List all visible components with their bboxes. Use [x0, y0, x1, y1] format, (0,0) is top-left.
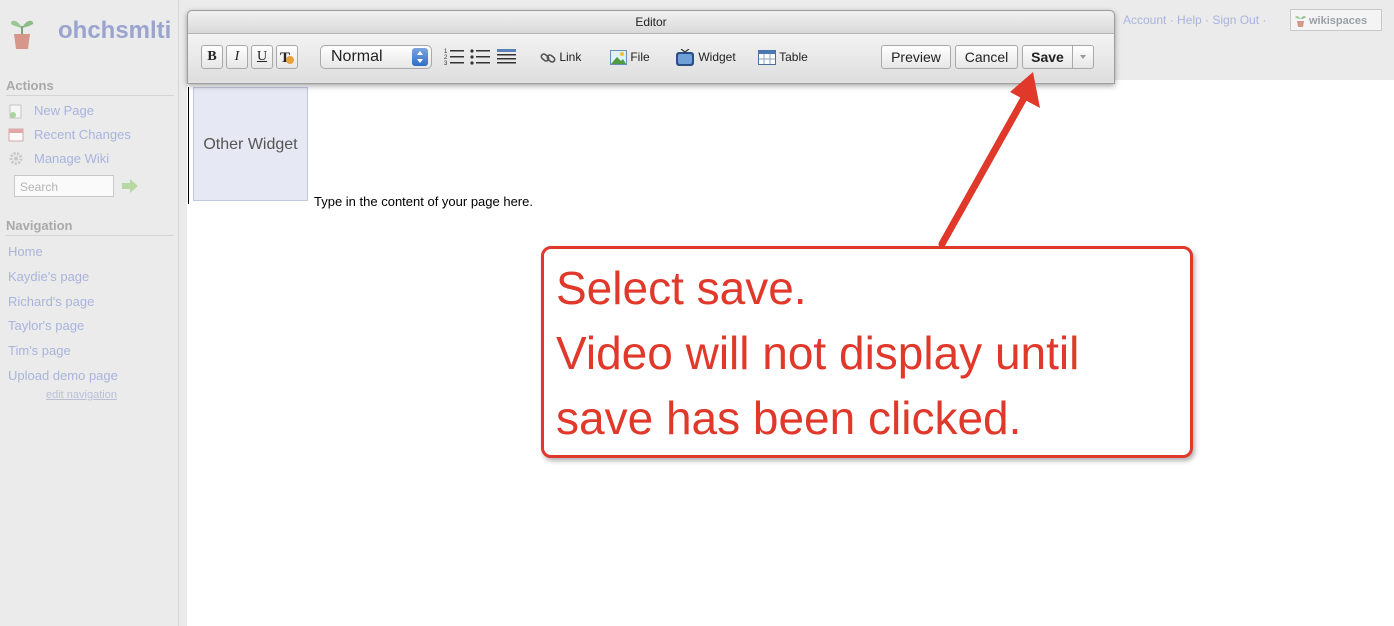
underline-button[interactable]: U [251, 45, 273, 69]
link-label: Link [559, 50, 582, 64]
page-body-text[interactable]: Type in the content of your page here. [314, 194, 533, 209]
wiki-sidebar: ohchsmlti Actions New Page Recent Change… [0, 0, 179, 626]
callout-line-2: Video will not display until [556, 327, 1080, 379]
nav-item-richard[interactable]: Richard's page [8, 294, 94, 309]
nav-item-home[interactable]: Home [8, 244, 43, 259]
nav-item-taylor[interactable]: Taylor's page [8, 318, 84, 333]
wikispaces-logo-icon [1295, 16, 1306, 27]
widget-button[interactable]: Widget [675, 45, 736, 69]
editor-window: Editor B I U T Normal 1 2 3 Link File Wi… [187, 10, 1115, 84]
image-file-icon [610, 50, 627, 66]
save-options-dropdown[interactable] [1072, 45, 1094, 69]
table-button[interactable]: Table [758, 45, 808, 69]
bullet-list-icon[interactable] [470, 47, 492, 67]
wikispaces-logo-icon [10, 20, 34, 49]
widget-label: Widget [698, 50, 736, 64]
divider [6, 235, 174, 236]
instruction-callout: Select save. Video will not display unti… [541, 246, 1193, 458]
widget-placeholder-label: Other Widget [203, 136, 298, 153]
preview-button[interactable]: Preview [881, 45, 951, 69]
wiki-title[interactable]: ohchsmlti [58, 17, 171, 45]
actions-heading: Actions [6, 78, 54, 93]
nav-item-kaydie[interactable]: Kaydie's page [8, 269, 89, 284]
divider [6, 95, 174, 96]
tv-widget-icon [676, 48, 694, 66]
widget-placeholder[interactable]: Other Widget [193, 87, 308, 201]
wikispaces-badge[interactable]: wikispaces [1290, 9, 1382, 31]
text-color-button[interactable]: T [276, 45, 298, 69]
new-page-icon [9, 104, 22, 119]
paragraph-style-select[interactable]: Normal [320, 45, 432, 69]
link-button[interactable]: Link [540, 45, 581, 69]
italic-button[interactable]: I [226, 45, 248, 69]
table-icon [758, 50, 776, 66]
bold-button[interactable]: B [201, 45, 223, 69]
svg-text:3: 3 [444, 61, 448, 67]
text-color-icon: T [280, 50, 294, 66]
edit-navigation-link[interactable]: edit navigation [46, 389, 117, 401]
account-links[interactable]: Account · Help · Sign Out · [1123, 13, 1266, 27]
file-label: File [630, 50, 650, 64]
cancel-button[interactable]: Cancel [955, 45, 1018, 69]
calendar-icon [8, 128, 24, 142]
link-chain-icon [540, 53, 556, 63]
new-page-link[interactable]: New Page [34, 103, 94, 118]
navigation-heading: Navigation [6, 218, 73, 233]
select-arrows-icon [412, 48, 428, 66]
save-button[interactable]: Save [1022, 45, 1072, 69]
wikispaces-brand: wikispaces [1309, 15, 1368, 27]
numbered-list-icon[interactable]: 1 2 3 [444, 47, 466, 67]
callout-line-3: save has been clicked. [556, 392, 1022, 444]
manage-wiki-link[interactable]: Manage Wiki [34, 151, 109, 166]
chevron-down-icon [1080, 55, 1086, 59]
nav-item-tim[interactable]: Tim's page [8, 343, 71, 358]
text-cursor [188, 87, 189, 204]
callout-line-1: Select save. [556, 262, 807, 314]
editor-title: Editor [188, 11, 1114, 34]
file-button[interactable]: File [610, 45, 650, 69]
editor-toolbar: B I U T Normal 1 2 3 Link File Widget Ta… [188, 34, 1114, 82]
table-label: Table [779, 50, 808, 64]
search-input[interactable]: Search [14, 175, 114, 197]
gear-icon [9, 152, 23, 165]
paragraph-style-value: Normal [331, 48, 383, 65]
indent-list-icon[interactable] [496, 47, 518, 67]
search-go-arrow-icon[interactable] [120, 178, 140, 194]
nav-item-upload-demo[interactable]: Upload demo page [8, 368, 118, 383]
recent-changes-link[interactable]: Recent Changes [34, 127, 131, 142]
